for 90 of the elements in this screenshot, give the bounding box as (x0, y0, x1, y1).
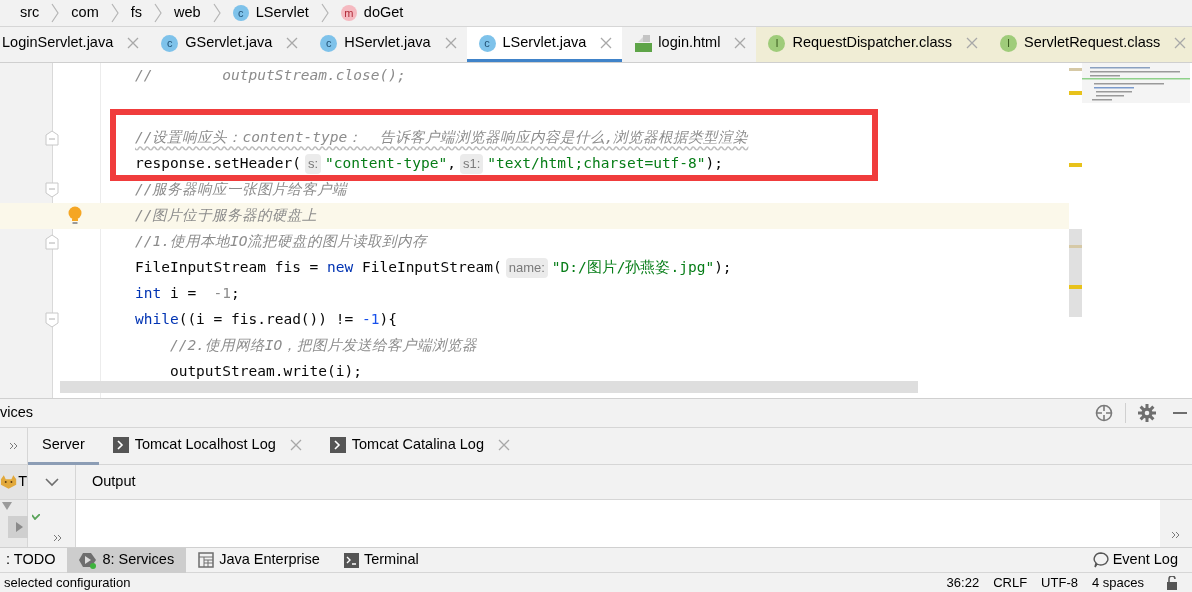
code-text: "content-type" (325, 154, 448, 174)
interface-icon: I (768, 34, 786, 52)
parameter-hint: name: (505, 258, 548, 278)
code-comment: //图片位于服务器的硬盘上 (135, 206, 318, 226)
crosshair-icon[interactable] (1095, 404, 1113, 422)
status-item[interactable]: 36:22 (946, 573, 980, 592)
code-comment: //2.使用网络IO，把图片发送给客户端浏览器 (168, 336, 478, 356)
tool-window-button[interactable]: Java Enterprise (186, 547, 332, 573)
code-text: response.setHeader( (135, 154, 301, 174)
double-chevron-icon[interactable] (8, 442, 19, 450)
double-chevron-icon[interactable] (53, 534, 63, 542)
close-icon[interactable] (734, 37, 747, 49)
settings-icon[interactable] (1138, 404, 1156, 422)
tool-window-button[interactable]: : TODO (0, 547, 68, 573)
class-icon: c (161, 34, 179, 52)
close-icon[interactable] (286, 37, 299, 49)
fold-marker-icon[interactable] (45, 234, 59, 250)
code-text: , (447, 154, 456, 174)
close-icon[interactable] (444, 37, 457, 49)
lock-icon[interactable] (1166, 575, 1178, 590)
breadcrumb-item[interactable]: src (16, 2, 44, 24)
code-text: ); (705, 154, 723, 174)
breadcrumb-item[interactable]: web (170, 2, 205, 24)
status-item[interactable]: CRLF (993, 573, 1028, 592)
console-icon (329, 436, 346, 453)
close-icon[interactable] (1174, 37, 1187, 49)
panel-tab[interactable]: Tomcat Localhost Log (98, 427, 316, 465)
html-file-icon (634, 33, 654, 53)
cat-icon (0, 474, 18, 490)
play-icon[interactable] (8, 516, 28, 538)
horizontal-scrollbar[interactable] (60, 381, 918, 393)
panel-title: vices (0, 403, 34, 423)
code-comment: //设置响应头：content-type： 告诉客户端浏览器响应内容是什么,浏览器根据类型渲染 (135, 128, 749, 148)
double-chevron-icon[interactable] (1171, 531, 1181, 539)
code-line: int i = -1; (135, 284, 240, 304)
tool-window-button[interactable]: Terminal (331, 547, 431, 573)
breadcrumb-item[interactable]: com (67, 2, 103, 24)
breadcrumb-item[interactable]: m doGet (336, 2, 408, 24)
editor-tab[interactable]: LoginServlet.java (0, 27, 150, 62)
close-icon[interactable] (497, 438, 510, 451)
method-icon: m (340, 5, 357, 21)
parameter-hint: s: (304, 154, 321, 174)
speech-bubble-icon (1092, 552, 1109, 568)
close-icon[interactable] (966, 37, 978, 49)
event-log-button[interactable]: Event Log (1092, 549, 1192, 571)
class-icon: c (478, 34, 496, 52)
lightbulb-icon[interactable] (68, 206, 82, 226)
code-text: FileInputStream fis = (135, 258, 320, 278)
code-text: ); (714, 258, 732, 278)
editor-tab[interactable]: login.html (622, 27, 757, 62)
code-comment: // outputStream.close(); (135, 66, 406, 86)
triangle-down-icon (2, 502, 12, 510)
parameter-hint: s1: (459, 154, 484, 174)
fold-marker-icon[interactable] (45, 312, 59, 328)
code-text: new (327, 258, 354, 278)
fold-marker-icon[interactable] (45, 130, 59, 146)
status-item[interactable]: 4 spaces (1091, 573, 1144, 592)
editor-tab[interactable]: c HServlet.java (308, 27, 467, 62)
tool-window-button[interactable]: 8: Services (67, 547, 187, 573)
code-comment: //服务器响应一张图片给客户端 (135, 180, 348, 200)
class-icon: c (320, 34, 338, 52)
code-text: "D:/图片/孙燕姿.jpg" (551, 258, 715, 278)
code-comment: //1.使用本地IO流把硬盘的图片读取到内存 (135, 232, 428, 252)
chevron-down-icon[interactable] (44, 477, 59, 487)
panel-tab[interactable]: Server (28, 427, 99, 465)
column-header: Output (92, 472, 136, 492)
close-icon[interactable] (127, 37, 140, 49)
editor-tab[interactable]: I ServletRequest.class (988, 27, 1192, 62)
status-item[interactable]: UTF-8 (1041, 573, 1078, 592)
console-icon (112, 436, 129, 453)
code-line: outputStream.write(i); (168, 362, 362, 382)
panel-tab[interactable]: Tomcat Catalina Log (315, 427, 524, 465)
breadcrumb-item[interactable]: c LServlet (228, 2, 313, 24)
close-icon[interactable] (289, 438, 302, 451)
editor-tab[interactable]: c LServlet.java (466, 27, 623, 62)
code-text: FileInputStream( (361, 258, 502, 278)
breadcrumb-item[interactable]: fs (126, 2, 147, 24)
table-icon (198, 552, 215, 568)
editor-tab[interactable]: c GServlet.java (149, 27, 309, 62)
code-line: while((i = fis.read()) != -1){ (135, 310, 397, 330)
check-icon (32, 514, 40, 520)
editor-tab[interactable]: I RequestDispatcher.class (756, 27, 988, 62)
class-icon: c (232, 5, 249, 21)
status-message: selected configuration (4, 574, 131, 592)
services-icon (79, 551, 98, 569)
terminal-icon (343, 552, 359, 568)
interface-icon: I (1000, 34, 1017, 52)
fold-marker-icon[interactable] (45, 182, 59, 198)
code-text: "text/html;charset=utf-8" (487, 154, 706, 174)
close-icon[interactable] (600, 37, 613, 49)
